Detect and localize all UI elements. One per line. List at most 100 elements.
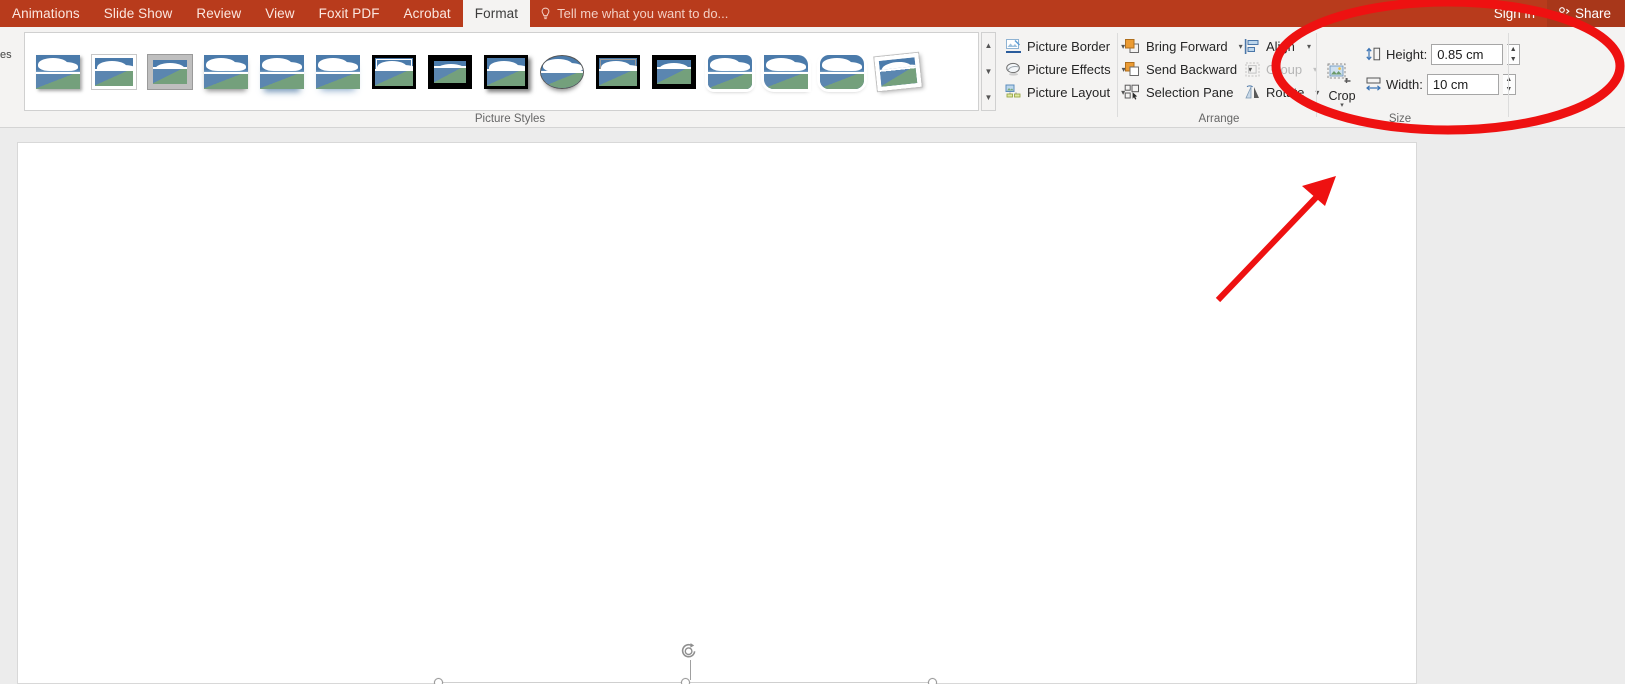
picture-styles-gallery[interactable] xyxy=(24,32,979,111)
selection-pane-label: Selection Pane xyxy=(1146,85,1234,100)
picture-styles-group-label: Picture Styles xyxy=(474,113,546,125)
picture-style-preview-icon xyxy=(483,54,528,89)
arrange-group-label: Arrange xyxy=(1198,113,1240,125)
chevron-down-icon[interactable]: ▾ xyxy=(1233,42,1243,51)
tell-me-search[interactable]: Tell me what you want to do... xyxy=(530,0,738,27)
picture-layout-button[interactable]: Picture Layout ▾ xyxy=(1005,81,1125,104)
picture-style-thumbnail-7[interactable] xyxy=(366,43,421,100)
tab-review[interactable]: Review xyxy=(184,0,253,27)
resize-handle-top-center[interactable] xyxy=(681,678,690,684)
tab-format[interactable]: Format xyxy=(462,0,531,27)
picture-style-thumbnail-3[interactable] xyxy=(142,43,197,100)
height-stepper-up-icon[interactable]: ▲ xyxy=(1507,45,1519,55)
gallery-scroll-down-icon[interactable]: ▼ xyxy=(982,59,995,84)
crop-icon xyxy=(1327,63,1357,89)
picture-style-thumbnail-2[interactable] xyxy=(86,43,141,100)
tab-animations[interactable]: Animations xyxy=(0,0,92,27)
width-input[interactable]: 10 cm xyxy=(1426,74,1499,95)
tab-view[interactable]: View xyxy=(253,0,306,27)
resize-handle-top-left[interactable] xyxy=(434,678,443,684)
share-button[interactable]: Share xyxy=(1546,0,1625,27)
tab-slide-show[interactable]: Slide Show xyxy=(92,0,185,27)
ribbon-overflow-icon[interactable]: ▸ xyxy=(1548,111,1553,122)
crop-button[interactable]: Crop ▾ xyxy=(1322,61,1362,117)
height-input[interactable]: 0.85 cm xyxy=(1431,44,1504,65)
selected-picture-object[interactable]: 12345678910 xyxy=(434,643,937,684)
crop-label: Crop xyxy=(1328,89,1356,103)
share-label: Share xyxy=(1574,6,1611,21)
picture-border-button[interactable]: Picture Border ▾ xyxy=(1005,35,1125,58)
picture-style-thumbnail-11[interactable] xyxy=(590,43,645,100)
arrange-column-two: Align ▾ Group ▾ Rotate ▾ xyxy=(1244,35,1319,104)
picture-border-icon xyxy=(1005,38,1022,55)
picture-style-thumbnail-12[interactable] xyxy=(646,43,701,100)
ribbon-left-stub: es xyxy=(0,49,12,61)
width-field-row: Width: 10 cm ▲ ▼ xyxy=(1365,74,1516,95)
group-label: Group xyxy=(1266,62,1303,77)
picture-effects-icon xyxy=(1005,61,1022,78)
rotate-icon xyxy=(1244,84,1261,101)
picture-style-thumbnail-9[interactable] xyxy=(478,43,533,100)
picture-style-preview-icon xyxy=(147,54,192,89)
preview-waterline xyxy=(374,79,413,86)
picture-style-thumbnail-5[interactable] xyxy=(254,43,309,100)
height-stepper[interactable]: ▲ ▼ xyxy=(1507,44,1521,65)
picture-layout-icon xyxy=(1005,84,1022,101)
picture-style-thumbnail-15[interactable] xyxy=(814,43,869,100)
slide-canvas[interactable]: 12345678910 This should be 100mm long xyxy=(17,142,1417,684)
width-stepper[interactable]: ▲ ▼ xyxy=(1502,74,1516,95)
send-backward-button[interactable]: Send Backward ▾ xyxy=(1124,58,1252,81)
tab-label: Format xyxy=(474,6,519,21)
rotate-handle[interactable] xyxy=(680,642,702,682)
picture-style-thumbnail-8[interactable] xyxy=(422,43,477,100)
group-divider xyxy=(1508,33,1509,117)
ribbon: es ▲ ▼ ▼ Picture Border ▾ Picture Effect… xyxy=(0,27,1625,146)
picture-style-thumbnail-1[interactable] xyxy=(30,43,85,100)
gallery-scroll-column[interactable]: ▲ ▼ ▼ xyxy=(981,32,996,111)
tab-bar-right-cluster: Sign in Share xyxy=(1482,0,1625,27)
preview-waterline xyxy=(259,82,304,89)
picture-layout-label: Picture Layout xyxy=(1027,85,1111,100)
picture-style-thumbnail-4[interactable] xyxy=(198,43,253,100)
chevron-down-icon[interactable]: ▾ xyxy=(1340,102,1344,109)
gallery-more-icon[interactable]: ▼ xyxy=(982,85,995,110)
height-label: Height: xyxy=(1386,47,1428,62)
arrange-column-one: Bring Forward ▾ Send Backward ▾ Selectio… xyxy=(1124,35,1252,104)
tab-foxit-pdf[interactable]: Foxit PDF xyxy=(307,0,392,27)
selection-pane-icon xyxy=(1124,84,1141,101)
picture-style-preview-icon xyxy=(203,54,248,89)
picture-effects-button[interactable]: Picture Effects ▾ xyxy=(1005,58,1126,81)
picture-style-thumbnail-16[interactable] xyxy=(870,43,925,100)
align-icon xyxy=(1244,38,1261,55)
picture-style-thumbnail-13[interactable] xyxy=(702,43,757,100)
picture-style-thumbnail-14[interactable] xyxy=(758,43,813,100)
rotate-handle-icon[interactable] xyxy=(680,643,702,666)
group-divider xyxy=(1117,33,1118,117)
preview-waterline xyxy=(656,77,691,84)
group-button: Group ▾ xyxy=(1244,58,1317,81)
bring-forward-button[interactable]: Bring Forward ▾ xyxy=(1124,35,1243,58)
rotate-button[interactable]: Rotate ▾ xyxy=(1244,81,1319,104)
picture-style-preview-icon xyxy=(651,54,696,89)
height-stepper-down-icon[interactable]: ▼ xyxy=(1507,55,1519,65)
preview-waterline xyxy=(94,79,133,86)
slide-work-area: 12345678910 This should be 100mm long xyxy=(0,128,1625,684)
tab-acrobat[interactable]: Acrobat xyxy=(392,0,463,27)
gallery-scroll-up-icon[interactable]: ▲ xyxy=(982,33,995,58)
picture-style-preview-icon xyxy=(595,54,640,89)
send-backward-label: Send Backward xyxy=(1146,62,1238,77)
picture-style-thumbnail-10[interactable] xyxy=(534,43,589,100)
align-button[interactable]: Align ▾ xyxy=(1244,35,1314,58)
chevron-down-icon[interactable]: ▾ xyxy=(1301,42,1311,51)
picture-style-thumbnail-6[interactable] xyxy=(310,43,365,100)
group-icon xyxy=(1244,61,1261,78)
preview-waterline xyxy=(203,82,248,89)
sign-in-button[interactable]: Sign in xyxy=(1482,6,1547,21)
send-backward-icon xyxy=(1124,61,1141,78)
resize-handle-top-right[interactable] xyxy=(928,678,937,684)
selection-pane-button[interactable]: Selection Pane xyxy=(1124,81,1242,104)
picture-style-preview-icon xyxy=(427,54,472,89)
size-group-label: Size xyxy=(1388,113,1412,125)
share-person-icon xyxy=(1557,6,1570,22)
chevron-down-icon[interactable]: ▾ xyxy=(1309,88,1319,97)
